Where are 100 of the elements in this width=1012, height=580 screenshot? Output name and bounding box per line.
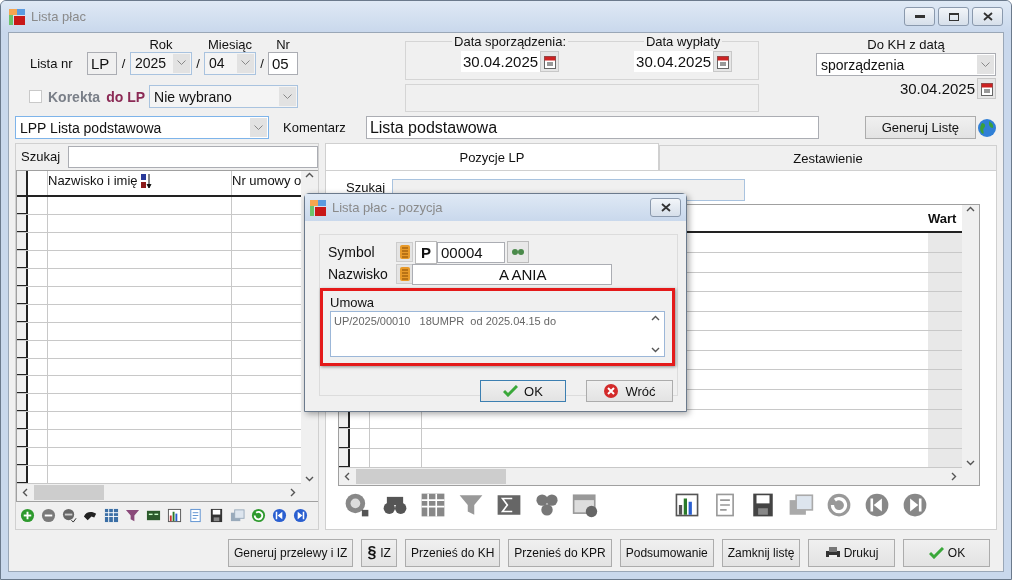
check-icon (928, 547, 944, 559)
column-header[interactable]: Nr umowy o (232, 171, 302, 195)
row-selector[interactable] (17, 358, 28, 376)
magnifier-icon[interactable] (344, 492, 370, 518)
gears-icon[interactable] (534, 492, 560, 518)
action-button[interactable]: Przenieś do KH (404, 539, 501, 567)
search-label: Szukaj (21, 149, 61, 164)
refresh-icon[interactable] (251, 508, 266, 523)
number-field[interactable]: 05 (268, 51, 298, 75)
window-icon[interactable] (572, 492, 598, 518)
row-selector[interactable] (17, 232, 28, 250)
list-type-combo[interactable]: LPP Lista podstawowa (15, 116, 269, 139)
document-icon[interactable] (188, 508, 203, 523)
number-label: Nr (276, 36, 290, 52)
column-header[interactable]: Nazwisko i imię (48, 173, 138, 188)
ledger-date-combo[interactable]: sporządzenia (816, 53, 996, 76)
contract-field[interactable]: UP/2025/00010 18UMPR od 2025.04.15 do (330, 311, 665, 357)
year-combo[interactable]: 2025 (130, 51, 192, 75)
action-button[interactable]: OK (903, 539, 991, 567)
terminal-icon[interactable] (146, 508, 161, 523)
table-icon[interactable] (420, 492, 446, 518)
action-button[interactable]: Podsumowanie (619, 539, 714, 567)
row-selector[interactable] (17, 214, 28, 232)
action-button[interactable]: Przenieś do KPR (508, 539, 612, 567)
date-field[interactable]: 30.04.2025 (634, 51, 714, 72)
name-label: Nazwisko (328, 266, 389, 282)
row-selector[interactable] (17, 466, 28, 484)
action-button[interactable]: Generuj przelewy i IZ (228, 539, 354, 567)
tab[interactable]: Pozycje LP (325, 143, 659, 170)
correction-checkbox[interactable] (29, 90, 42, 103)
minus-circle-icon[interactable] (41, 508, 56, 523)
last-record-icon[interactable] (902, 492, 928, 518)
row-selector[interactable] (17, 340, 28, 358)
row-selector[interactable] (17, 268, 28, 286)
list-icon[interactable] (396, 242, 413, 262)
row-selector[interactable] (17, 304, 28, 322)
row-selector[interactable] (339, 429, 350, 448)
minimize-button[interactable] (904, 7, 935, 26)
column-header[interactable]: Wart (928, 205, 962, 232)
calendar-button[interactable] (713, 51, 733, 72)
date-field[interactable]: 30.04.2025 (461, 51, 541, 72)
plus-circle-icon[interactable] (20, 508, 35, 523)
tab[interactable]: Zestawienie (659, 145, 997, 170)
ok-button[interactable]: OK (480, 380, 566, 402)
sort-icon[interactable] (139, 173, 152, 189)
name-field[interactable]: A ANIA (412, 263, 612, 285)
bar-chart-icon[interactable] (167, 508, 182, 523)
row-selector[interactable] (17, 171, 28, 195)
back-button[interactable]: Wróć (586, 380, 673, 402)
action-button[interactable]: § IZ (361, 539, 397, 567)
row-selector[interactable] (17, 448, 28, 466)
table-cell (928, 390, 962, 409)
row-selector[interactable] (17, 286, 28, 304)
floppy-icon[interactable] (209, 508, 224, 523)
last-record-icon[interactable] (293, 508, 308, 523)
first-record-icon[interactable] (272, 508, 287, 523)
correction-combo[interactable]: Nie wybrano (149, 85, 299, 108)
bar-chart-icon[interactable] (674, 492, 700, 518)
generate-list-button[interactable]: Generuj Listę (864, 116, 976, 139)
close-button[interactable] (972, 7, 1003, 26)
comment-field[interactable]: Lista podstawowa (365, 116, 819, 139)
app-icon (310, 199, 326, 216)
row-selector[interactable] (17, 250, 28, 268)
floppy-icon[interactable] (750, 492, 776, 518)
row-selector[interactable] (17, 196, 28, 214)
calendar-button[interactable] (540, 51, 560, 72)
symbol-prefix: P (415, 240, 437, 264)
glasses-button[interactable] (507, 241, 529, 263)
horizontal-scrollbar[interactable] (17, 484, 302, 502)
row-selector[interactable] (17, 412, 28, 430)
row-selector[interactable] (17, 376, 28, 394)
month-combo[interactable]: 04 (204, 51, 256, 75)
window-title: Lista płac (31, 9, 86, 24)
row-selector[interactable] (17, 394, 28, 412)
row-selector[interactable] (17, 322, 28, 340)
table-row[interactable] (17, 196, 302, 215)
filter-icon[interactable] (125, 508, 140, 523)
table-cell (928, 429, 962, 448)
symbol-field[interactable]: 00004 (437, 241, 505, 263)
refresh-icon[interactable] (826, 492, 852, 518)
calendar-button[interactable] (977, 78, 996, 99)
action-button[interactable]: Drukuj (808, 539, 896, 567)
row-selector[interactable] (339, 448, 350, 468)
table-icon[interactable] (104, 508, 119, 523)
cancel-icon (603, 383, 620, 399)
maximize-button[interactable] (938, 7, 969, 26)
action-button[interactable]: Zamknij listę (721, 539, 801, 567)
disk-check-icon[interactable] (62, 508, 77, 523)
table-cell (928, 292, 962, 311)
date-label: Data sporządzenia: (452, 34, 569, 49)
close-button[interactable] (650, 198, 681, 217)
row-selector[interactable] (17, 430, 28, 448)
search-field[interactable] (68, 145, 318, 168)
first-record-icon[interactable] (864, 492, 890, 518)
sigma-icon[interactable] (496, 492, 522, 518)
globe-icon[interactable] (976, 117, 997, 138)
table-cell (928, 233, 962, 252)
horizontal-scrollbar[interactable] (339, 468, 962, 485)
separator: / (120, 55, 127, 71)
vertical-scrollbar[interactable] (962, 205, 979, 485)
